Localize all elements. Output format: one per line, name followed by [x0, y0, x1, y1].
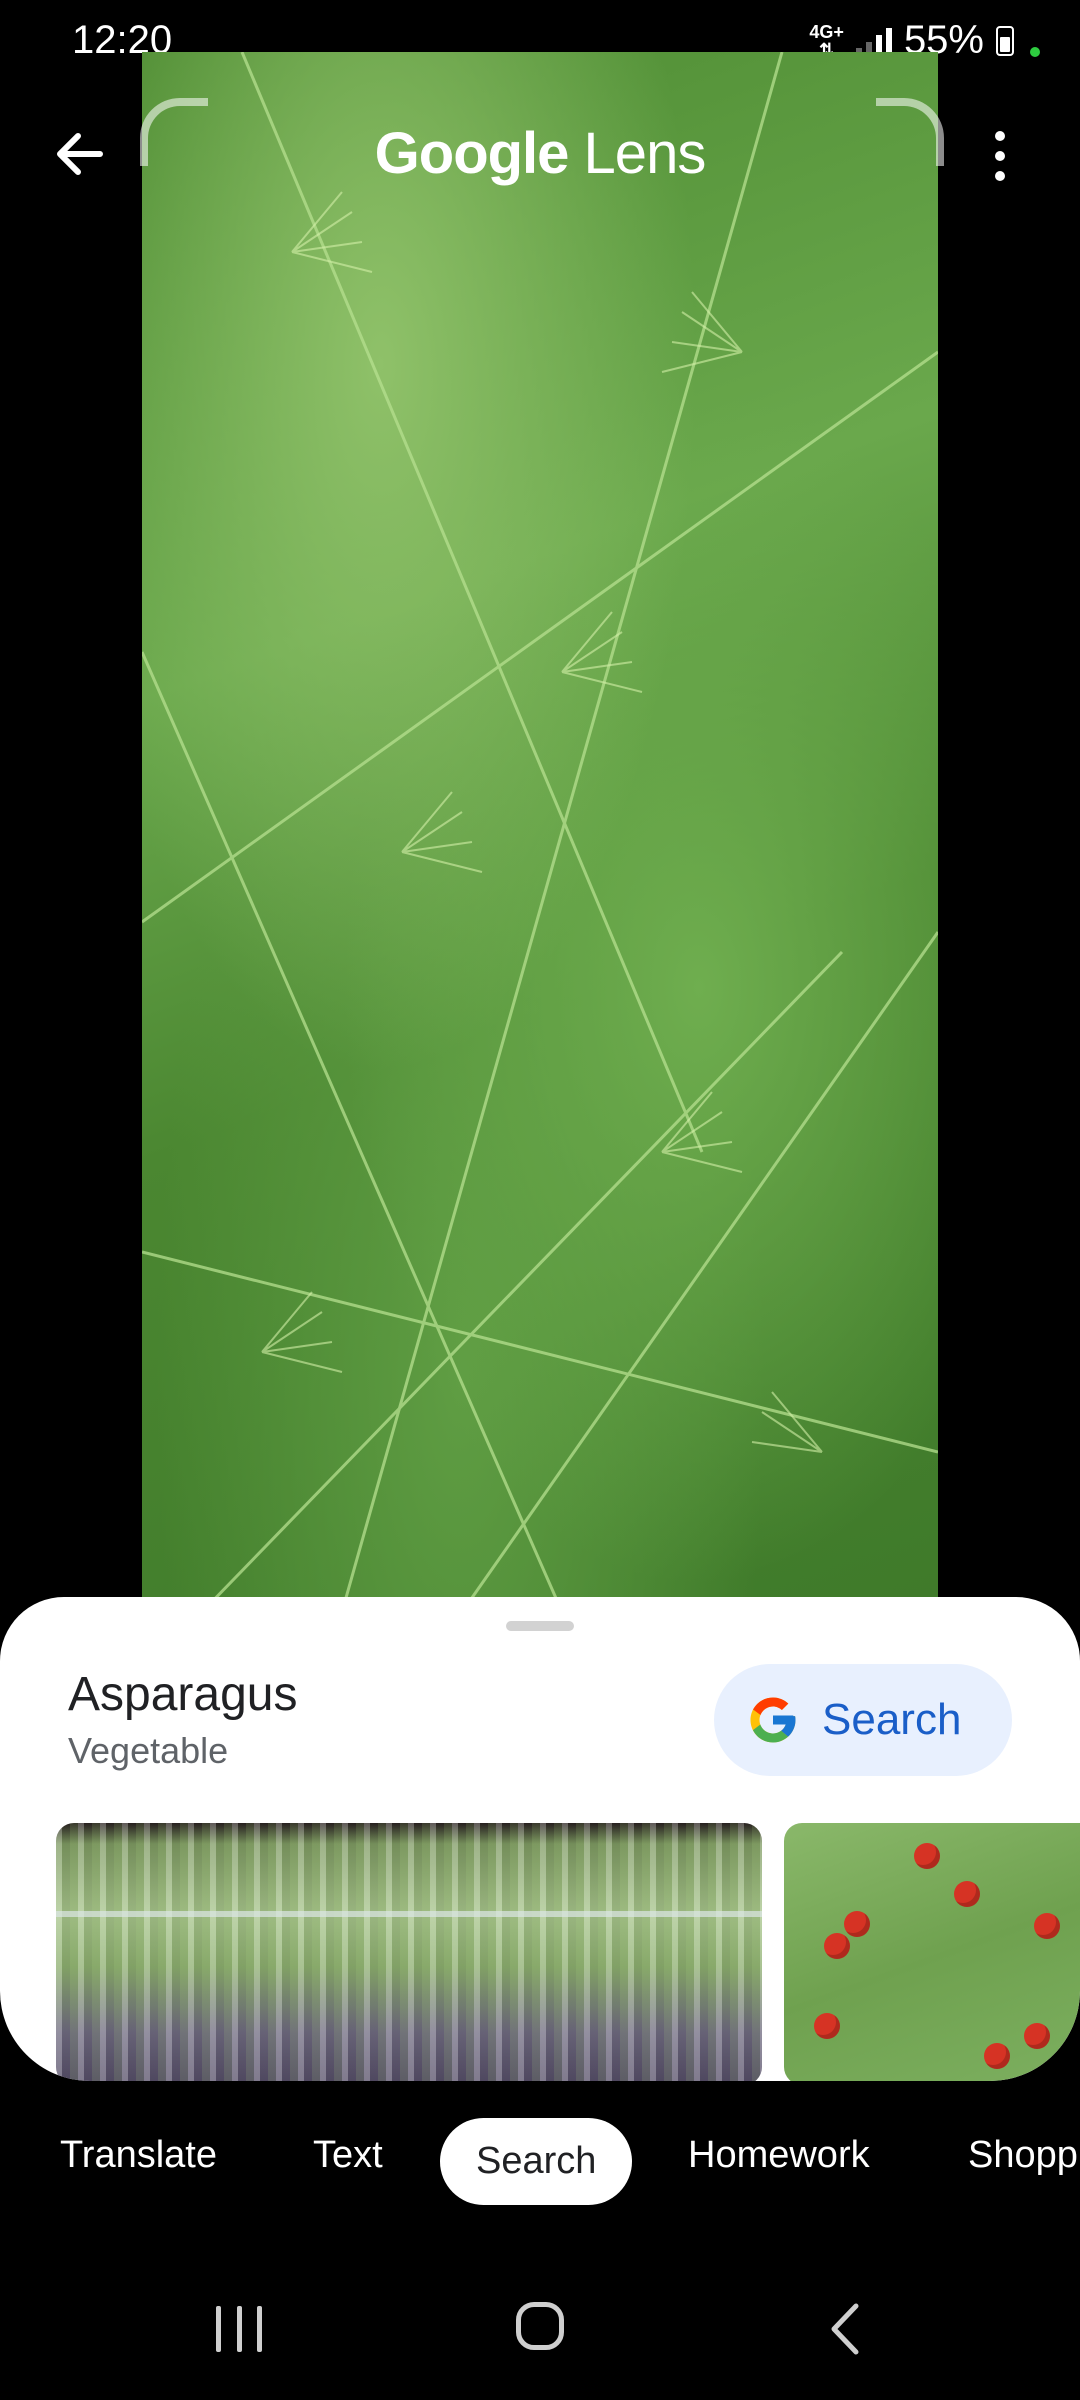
title-lens: Lens	[568, 121, 707, 186]
tab-translate[interactable]: Translate	[60, 2134, 217, 2177]
recent-apps-icon[interactable]	[216, 2306, 262, 2352]
privacy-dot-icon	[1030, 47, 1040, 57]
tab-shopping[interactable]: Shopp	[968, 2134, 1078, 2177]
app-title: Google Lens	[0, 120, 1080, 187]
home-icon[interactable]	[516, 2302, 564, 2350]
tab-text[interactable]: Text	[313, 2134, 383, 2177]
entity-name: Asparagus	[68, 1668, 298, 1721]
result-image-2[interactable]	[784, 1823, 1080, 2081]
system-nav-bar	[0, 2280, 1080, 2400]
signal-icon	[855, 26, 892, 56]
google-g-icon	[750, 1697, 796, 1743]
battery-icon	[996, 25, 1014, 56]
drag-handle[interactable]	[506, 1621, 574, 1631]
network-type: 4G+	[809, 21, 844, 42]
tab-homework[interactable]: Homework	[688, 2134, 870, 2177]
tab-search[interactable]: Search	[440, 2118, 633, 2205]
title-google: Google	[374, 121, 570, 186]
top-bar: Google Lens	[0, 100, 1080, 210]
foliage-illustration	[142, 52, 938, 1612]
more-vert-icon[interactable]	[980, 126, 1020, 186]
results-sheet: Asparagus Vegetable Search	[0, 1597, 1080, 2081]
mode-tabs: Translate Text Search Homework Shopp	[0, 2112, 1080, 2212]
back-nav-icon[interactable]	[826, 2302, 866, 2356]
result-image-1[interactable]	[56, 1823, 762, 2081]
entity-type: Vegetable	[68, 1730, 229, 1771]
google-search-button[interactable]: Search	[714, 1664, 1012, 1776]
entity-info[interactable]: Asparagus Vegetable	[68, 1667, 297, 1772]
captured-image[interactable]	[142, 52, 938, 1612]
search-button-label: Search	[822, 1695, 962, 1744]
